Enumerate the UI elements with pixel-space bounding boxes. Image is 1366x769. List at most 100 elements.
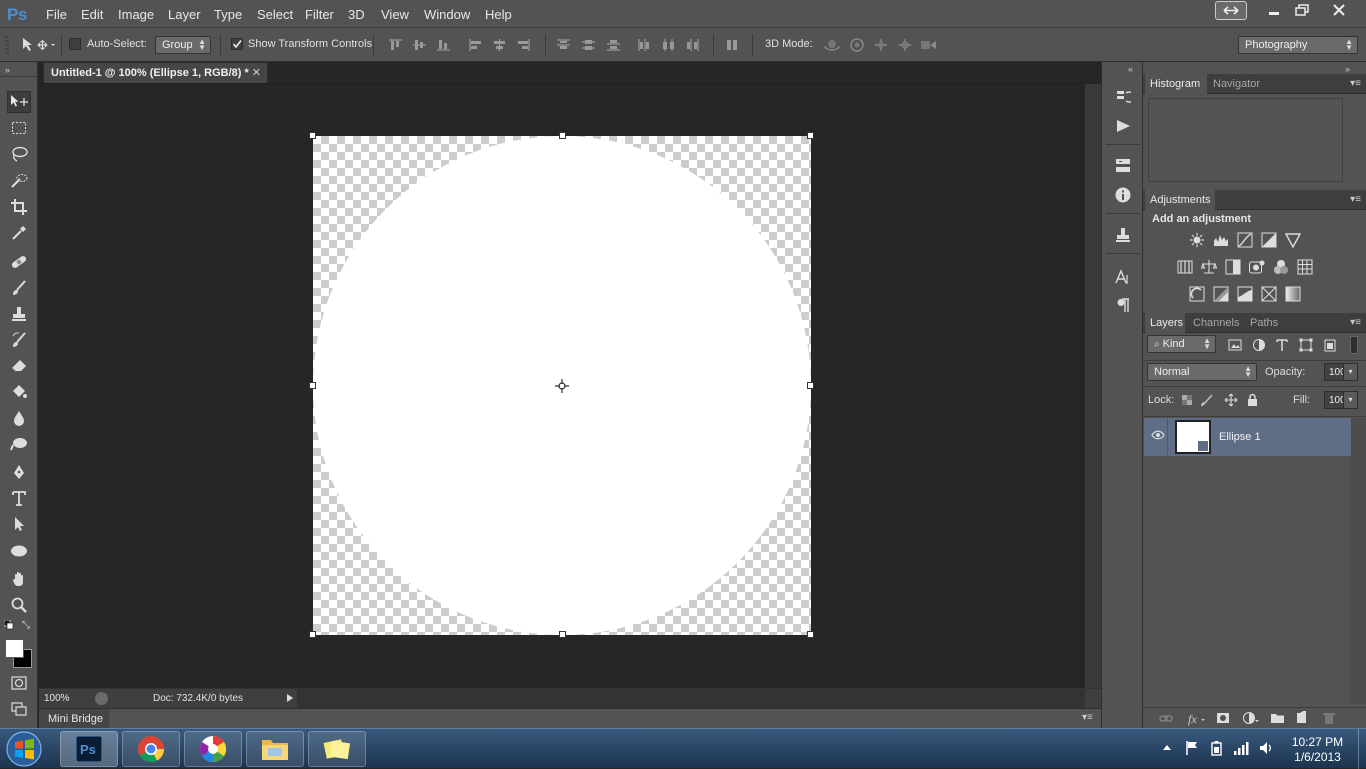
start-button[interactable] [4, 730, 44, 768]
vertical-scrollbar[interactable] [1085, 84, 1101, 688]
new-adjustment-layer-icon[interactable] [1243, 712, 1260, 724]
panel-menu-icon[interactable]: ▾≡ [1350, 194, 1361, 205]
menu-3d[interactable]: 3D [348, 7, 365, 22]
filter-pixel-icon[interactable] [1228, 339, 1242, 351]
auto-align-layers-icon[interactable] [726, 39, 739, 51]
link-layers-icon[interactable] [1159, 715, 1173, 722]
color-balance-icon[interactable] [1201, 259, 1217, 275]
tab-histogram[interactable]: Histogram [1150, 78, 1200, 90]
tab-adjustments[interactable]: Adjustments [1150, 194, 1211, 206]
brush-tool[interactable] [7, 277, 31, 299]
layer-filter-kind-dropdown[interactable]: ⌕ Kind ▲ ▼ [1147, 335, 1216, 353]
align-horizontal-centers-icon[interactable] [493, 39, 506, 51]
fill-dropdown-arrow-icon[interactable]: ▾ [1343, 391, 1358, 409]
drag-3d-icon[interactable] [875, 39, 887, 51]
auto-select-dropdown[interactable]: Group ▲ ▼ [155, 36, 211, 54]
battery-icon[interactable] [1209, 740, 1223, 756]
quick-mask-button[interactable] [7, 672, 31, 694]
lock-position-icon[interactable] [1224, 393, 1238, 407]
tab-paths[interactable]: Paths [1250, 317, 1278, 329]
close-button[interactable] [1326, 1, 1352, 20]
minimize-button[interactable] [1262, 1, 1286, 20]
hue-saturation-icon[interactable] [1177, 259, 1193, 275]
pen-tool[interactable] [7, 461, 31, 483]
zoom-tool[interactable] [7, 594, 31, 616]
align-left-edges-icon[interactable] [469, 39, 482, 51]
eyedropper-tool[interactable] [7, 222, 31, 244]
layer-visibility-eye-icon[interactable] [1151, 430, 1165, 440]
collapse-dock-icon[interactable]: « [1128, 64, 1133, 74]
blur-tool[interactable] [7, 407, 31, 429]
slide-3d-icon[interactable] [899, 39, 911, 51]
channel-mixer-icon[interactable] [1273, 259, 1289, 275]
filter-adjustment-icon[interactable] [1253, 339, 1265, 351]
action-center-flag-icon[interactable] [1185, 740, 1199, 756]
exposure-icon[interactable] [1261, 232, 1277, 248]
opacity-dropdown-arrow-icon[interactable]: ▾ [1343, 363, 1358, 381]
paint-bucket-tool[interactable] [7, 381, 31, 403]
selective-color-icon[interactable] [1261, 286, 1277, 302]
roll-3d-icon[interactable] [850, 38, 864, 52]
workspace-dropdown[interactable]: Photography ▲ ▼ [1238, 36, 1358, 54]
network-signal-icon[interactable] [1233, 740, 1249, 756]
lock-transparent-pixels-icon[interactable] [1182, 395, 1192, 405]
mini-bridge-tab[interactable]: Mini Bridge [48, 713, 103, 725]
distribute-vertical-centers-icon[interactable] [582, 39, 595, 51]
layers-scrollbar[interactable] [1350, 418, 1366, 704]
system-clock[interactable]: 10:27 PM 1/6/2013 [1280, 735, 1355, 765]
quick-selection-tool[interactable] [7, 170, 31, 192]
tool-presets-icon[interactable] [1114, 226, 1132, 244]
lock-image-pixels-icon[interactable] [1201, 394, 1213, 407]
clone-stamp-tool[interactable] [7, 303, 31, 325]
align-top-edges-icon[interactable] [389, 39, 402, 51]
scale-3d-icon[interactable] [921, 41, 936, 49]
show-desktop-button[interactable] [1358, 729, 1366, 769]
new-layer-icon[interactable] [1297, 711, 1306, 723]
panel-menu-icon[interactable]: ▾≡ [1350, 317, 1361, 328]
distribute-horizontal-centers-icon[interactable] [662, 39, 675, 51]
transform-handle-bottom-right[interactable] [807, 631, 814, 638]
collapse-panels-icon[interactable]: » [1345, 64, 1350, 74]
menu-image[interactable]: Image [118, 7, 154, 22]
transform-handle-bottom-left[interactable] [309, 631, 316, 638]
taskbar-picasa[interactable] [184, 731, 242, 767]
taskbar-sticky-notes[interactable] [308, 731, 366, 767]
ellipse-tool[interactable] [7, 540, 31, 562]
restore-button[interactable] [1290, 1, 1314, 20]
crop-tool[interactable] [7, 196, 31, 218]
horizontal-scrollbar[interactable] [297, 689, 1085, 709]
curves-icon[interactable] [1237, 232, 1253, 248]
menu-file[interactable]: File [46, 7, 67, 22]
menu-view[interactable]: View [381, 7, 409, 22]
filter-toggle-switch[interactable] [1350, 336, 1358, 354]
color-lookup-icon[interactable] [1297, 259, 1313, 275]
distribute-bottom-icon[interactable] [607, 39, 620, 51]
transform-handle-right[interactable] [807, 382, 814, 389]
mini-bridge-menu-icon[interactable]: ▾≡ [1082, 712, 1093, 723]
options-grip[interactable] [4, 33, 10, 57]
dodge-tool[interactable] [7, 433, 31, 455]
info-icon[interactable] [1114, 186, 1132, 204]
type-tool[interactable] [7, 487, 31, 509]
move-tool-preset-picker[interactable] [20, 36, 56, 54]
layer-name[interactable]: Ellipse 1 [1219, 431, 1261, 443]
filter-shape-icon[interactable] [1299, 338, 1313, 352]
character-panel-icon[interactable] [1114, 268, 1132, 286]
menu-edit[interactable]: Edit [81, 7, 103, 22]
vibrance-icon[interactable] [1285, 232, 1301, 248]
taskbar-explorer[interactable] [246, 731, 304, 767]
menu-type[interactable]: Type [214, 7, 242, 22]
arrange-documents-button[interactable] [1215, 1, 1247, 20]
brightness-contrast-icon[interactable] [1189, 232, 1205, 248]
lock-all-icon[interactable] [1248, 393, 1257, 407]
actions-play-icon[interactable] [1114, 117, 1132, 135]
add-mask-icon[interactable] [1217, 713, 1229, 723]
layer-style-fx-icon[interactable]: fx [1188, 712, 1205, 726]
swap-colors-icon[interactable]: ⤡ [22, 620, 30, 631]
close-document-icon[interactable]: ✕ [252, 66, 261, 79]
status-menu-arrow-icon[interactable] [286, 693, 294, 703]
black-white-icon[interactable] [1225, 259, 1241, 275]
menu-layer[interactable]: Layer [168, 7, 201, 22]
transform-handle-top[interactable] [559, 132, 566, 139]
hand-tool[interactable] [7, 568, 31, 590]
